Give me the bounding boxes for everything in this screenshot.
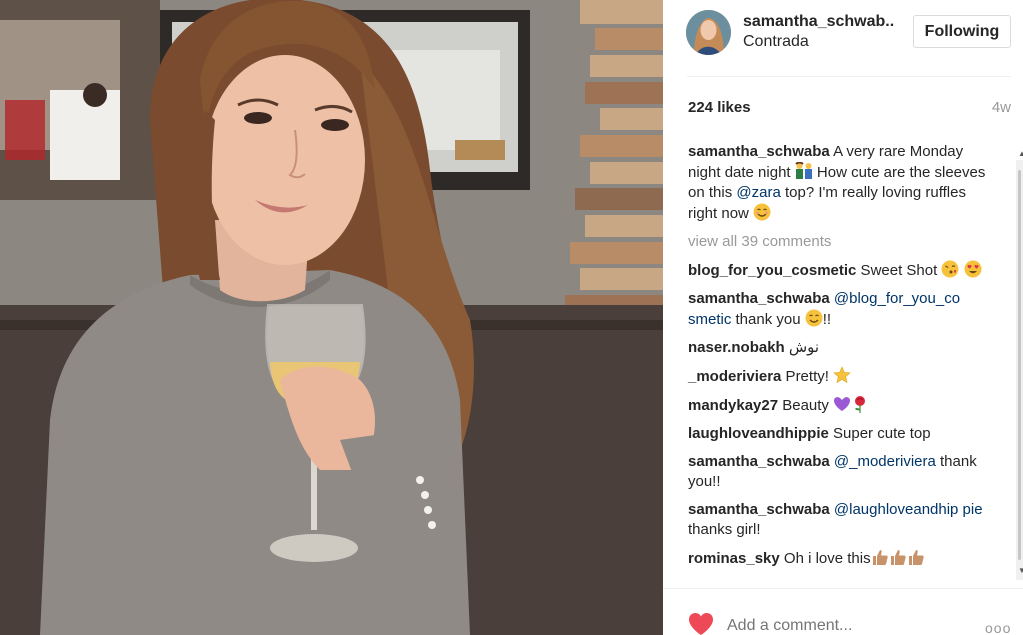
comment-text: نوش <box>784 339 820 356</box>
comments-list: samantha_schwaba A very rare Monday nigh… <box>688 142 988 577</box>
more-options-icon[interactable]: ooo <box>985 620 1011 635</box>
comment-footer: ooo <box>663 588 1023 635</box>
rose-emoji <box>855 396 866 413</box>
thumbs-up-emoji <box>908 550 924 565</box>
avatar[interactable] <box>686 10 731 55</box>
comment-text: thanks girl! <box>688 521 761 538</box>
scroll-down-arrow-icon[interactable]: ▼ <box>1018 567 1023 575</box>
scroll-up-arrow-icon[interactable]: ▲ <box>1018 150 1023 158</box>
comment-text: Super cute top <box>828 425 931 442</box>
view-all-comments-link[interactable]: view all 39 comments <box>688 232 988 252</box>
purple-heart-emoji <box>834 397 851 411</box>
couple-emoji <box>795 162 812 179</box>
following-button[interactable]: Following <box>913 15 1011 48</box>
thumbs-up-emoji <box>872 550 888 565</box>
heart-eyes-emoji <box>964 260 982 278</box>
post-photo[interactable] <box>0 0 663 635</box>
post-details-panel: samantha_schwab.. Contrada Following 224… <box>663 0 1023 635</box>
blush-emoji <box>753 203 771 221</box>
comment-text-after: !! <box>822 311 832 328</box>
post-username[interactable]: samantha_schwab.. <box>743 13 894 31</box>
caption-mention[interactable]: @zara <box>736 184 780 201</box>
comment-username[interactable]: _moderiviera <box>688 368 781 385</box>
comment-item: samantha_schwaba @_moderiviera thank you… <box>688 452 988 492</box>
comment-username[interactable]: mandykay27 <box>688 397 778 414</box>
comment-item: _moderiviera Pretty! <box>688 366 988 387</box>
post-age[interactable]: 4w <box>992 99 1011 116</box>
comment-username[interactable]: rominas_sky <box>688 550 780 567</box>
thumbs-up-emoji <box>890 550 906 565</box>
star-emoji <box>833 366 851 384</box>
avatar-illustration <box>686 10 731 55</box>
caption-username[interactable]: samantha_schwaba <box>688 143 830 160</box>
comment-item: mandykay27 Beauty <box>688 395 988 416</box>
heart-icon[interactable] <box>688 612 714 635</box>
comment-username[interactable]: samantha_schwaba <box>688 501 830 518</box>
comment-text: thank you <box>731 311 805 328</box>
post-location[interactable]: Contrada <box>743 33 809 51</box>
header-divider <box>687 76 1011 77</box>
add-comment-input[interactable] <box>727 616 947 635</box>
comment-username[interactable]: samantha_schwaba <box>688 453 830 470</box>
caption: samantha_schwaba A very rare Monday nigh… <box>688 142 988 224</box>
comment-item: rominas_sky Oh i love this <box>688 548 988 569</box>
comment-username[interactable]: laughloveandhippie <box>688 425 829 442</box>
comment-text: Oh i love this <box>779 550 871 567</box>
comment-username[interactable]: samantha_schwaba <box>688 290 830 307</box>
comment-item: samantha_schwaba @blog_for_you_co smetic… <box>688 289 988 330</box>
comment-text: Sweet Shot <box>856 262 942 279</box>
likes-count[interactable]: 224 likes <box>688 99 751 116</box>
comment-username[interactable]: naser.nobakh <box>688 339 785 356</box>
smile-emoji <box>805 309 823 327</box>
comment-text: Beauty <box>778 397 834 414</box>
kiss-emoji <box>941 260 959 278</box>
comment-item: naser.nobakh نوش <box>688 338 988 358</box>
comment-text: Pretty! <box>781 368 834 385</box>
photo-illustration <box>0 0 663 635</box>
comment-mention[interactable]: @_moderiviera <box>830 453 936 470</box>
comment-item: samantha_schwaba @laughloveandhip pie th… <box>688 500 988 540</box>
comment-mention[interactable]: @laughloveandhip pie <box>830 501 983 518</box>
post-header: samantha_schwab.. Contrada Following <box>663 0 1023 77</box>
scrollbar-thumb[interactable] <box>1018 170 1021 560</box>
comment-item: blog_for_you_cosmetic Sweet Shot <box>688 260 988 281</box>
comment-username[interactable]: blog_for_you_cosmetic <box>688 262 856 279</box>
comment-item: laughloveandhippie Super cute top <box>688 424 988 444</box>
